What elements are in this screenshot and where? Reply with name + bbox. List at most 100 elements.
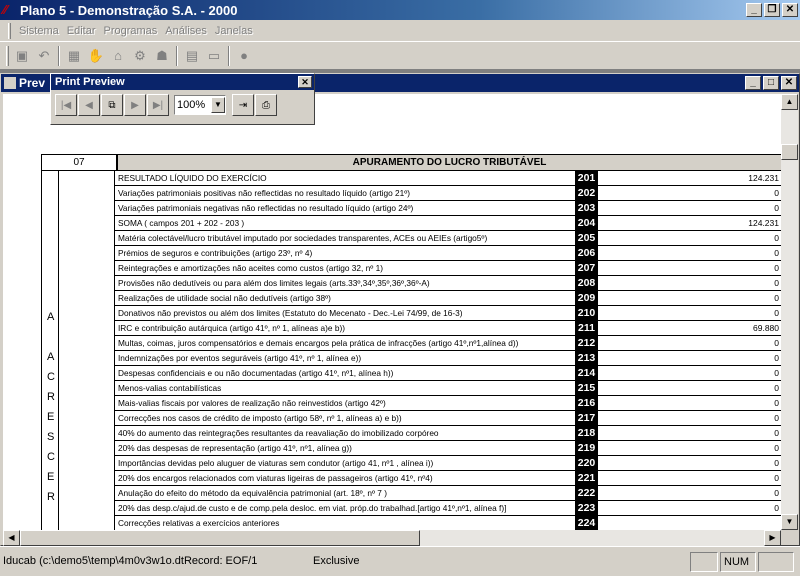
row-code: 216: [576, 396, 597, 410]
zoom-select[interactable]: 100% ▼: [174, 95, 226, 115]
row-code: 215: [576, 381, 597, 395]
vertical-scrollbar[interactable]: ▲ ▼: [781, 94, 798, 530]
row-description: Anulação do efeito do método da equivalê…: [115, 486, 576, 500]
keyboard-icon[interactable]: ▭: [203, 45, 225, 67]
table-row: Indemnizações por eventos seguráveis (ar…: [115, 351, 781, 366]
users-icon[interactable]: ☗: [151, 45, 173, 67]
copy-icon[interactable]: ▣: [11, 45, 33, 67]
row-code: 221: [576, 471, 597, 485]
side-letter: C: [47, 451, 55, 463]
menu-bar: Sistema Editar Programas Análises Janela…: [0, 20, 800, 42]
table-row: Menos-valias contabilísticas 215 0: [115, 381, 781, 396]
hand-icon[interactable]: ✋: [85, 45, 107, 67]
vertical-scroll-thumb[interactable]: [781, 144, 798, 160]
table-row: Despesas confidenciais e ou não document…: [115, 366, 781, 381]
row-code: 203: [576, 201, 597, 215]
horizontal-scrollbar[interactable]: ◀ ▶: [3, 530, 781, 546]
main-toolbar: ▣ ↶ ▦ ✋ ⌂ ⚙ ☗ ▤ ▭ ●: [0, 42, 800, 70]
menu-sistema[interactable]: Sistema: [15, 25, 63, 37]
row-description: RESULTADO LÍQUIDO DO EXERCÍCIO: [115, 171, 576, 185]
row-code: 201: [576, 171, 597, 185]
close-button[interactable]: ✕: [782, 3, 798, 17]
row-code: 220: [576, 456, 597, 470]
last-page-icon[interactable]: ▶|: [147, 94, 169, 116]
row-code: 212: [576, 336, 597, 350]
next-page-icon[interactable]: ▶: [124, 94, 146, 116]
row-value: 0: [597, 471, 781, 485]
table-row: 40% do aumento das reintegrações resulta…: [115, 426, 781, 441]
side-letter: E: [47, 411, 55, 423]
row-code: 202: [576, 186, 597, 200]
menu-grip: [8, 22, 11, 39]
table-row: Importâncias devidas pelo aluguer de via…: [115, 456, 781, 471]
restore-button[interactable]: ❐: [764, 3, 780, 17]
scroll-down-button[interactable]: ▼: [781, 514, 798, 530]
table-row: Mais-valias fiscais por valores de reali…: [115, 396, 781, 411]
row-code: 213: [576, 351, 597, 365]
child-maximize-button[interactable]: □: [763, 76, 779, 90]
print-preview-title: Print Preview: [55, 76, 125, 88]
first-page-icon[interactable]: |◀: [55, 94, 77, 116]
scroll-up-button[interactable]: ▲: [781, 94, 798, 110]
row-description: IRC e contribuição autárquica (artigo 41…: [115, 321, 576, 335]
print-icon[interactable]: ⎙: [255, 94, 277, 116]
child-minimize-button[interactable]: _: [745, 76, 761, 90]
table-row: Variações patrimoniais positivas não ref…: [115, 186, 781, 201]
undo-icon[interactable]: ↶: [33, 45, 55, 67]
side-letter: A: [47, 351, 55, 363]
table-row: Correcções nos casos de crédito de impos…: [115, 411, 781, 426]
row-code: 218: [576, 426, 597, 440]
row-code: 219: [576, 441, 597, 455]
row-code: 214: [576, 366, 597, 380]
row-code: 211: [576, 321, 597, 335]
side-letter: S: [47, 431, 55, 443]
row-code: 204: [576, 216, 597, 230]
row-code: 224: [576, 516, 597, 530]
horizontal-scroll-thumb[interactable]: [20, 530, 420, 546]
menu-programas[interactable]: Programas: [100, 25, 162, 37]
row-value: 0: [597, 186, 781, 200]
previous-page-icon[interactable]: ◀: [78, 94, 100, 116]
gears-icon[interactable]: ⚙: [129, 45, 151, 67]
table-row: IRC e contribuição autárquica (artigo 41…: [115, 321, 781, 336]
row-value: 0: [597, 411, 781, 425]
row-value: 0: [597, 396, 781, 410]
side-letter: R: [47, 391, 55, 403]
row-value: 124.231: [597, 216, 781, 230]
app-logo-icon: ⁄⁄: [3, 2, 8, 17]
menu-janelas[interactable]: Janelas: [211, 25, 257, 37]
scroll-right-button[interactable]: ▶: [764, 530, 781, 546]
pages-icon[interactable]: ⧉: [101, 94, 123, 116]
toolbar-separator: [228, 45, 230, 66]
help-icon[interactable]: ●: [233, 45, 255, 67]
row-code: 210: [576, 306, 597, 320]
status-panel-empty: [758, 551, 794, 572]
print-preview-close-button[interactable]: ✕: [298, 76, 312, 88]
table-row: SOMA ( campos 201 + 202 - 203 ) 204 124.23…: [115, 216, 781, 231]
menu-analises[interactable]: Análises: [161, 25, 211, 37]
bank-icon[interactable]: ⌂: [107, 45, 129, 67]
side-letter: R: [47, 491, 55, 503]
scroll-left-button[interactable]: ◀: [3, 530, 20, 546]
row-value: 0: [597, 366, 781, 380]
row-description: Prémios de seguros e contribuições (arti…: [115, 246, 576, 260]
row-value: 0: [597, 381, 781, 395]
document-icon[interactable]: ▤: [181, 45, 203, 67]
menu-editar[interactable]: Editar: [63, 25, 100, 37]
minimize-button[interactable]: _: [746, 3, 762, 17]
row-value: 0: [597, 231, 781, 245]
row-value: 0: [597, 201, 781, 215]
row-description: 40% do aumento das reintegrações resulta…: [115, 426, 576, 440]
side-letter: C: [47, 371, 55, 383]
calculator-icon[interactable]: ▦: [63, 45, 85, 67]
row-value: 0: [597, 291, 781, 305]
side-letter: E: [47, 471, 55, 483]
row-description: Reintegrações e amortizações não aceites…: [115, 261, 576, 275]
row-description: Menos-valias contabilísticas: [115, 381, 576, 395]
chevron-down-icon[interactable]: ▼: [211, 97, 225, 113]
child-close-button[interactable]: ✕: [781, 76, 797, 90]
toolbar-separator: [58, 45, 60, 66]
exit-door-icon[interactable]: ⇥: [232, 94, 254, 116]
zoom-value: 100%: [177, 99, 206, 111]
side-label-column: A A C R E S C E R: [42, 171, 59, 530]
